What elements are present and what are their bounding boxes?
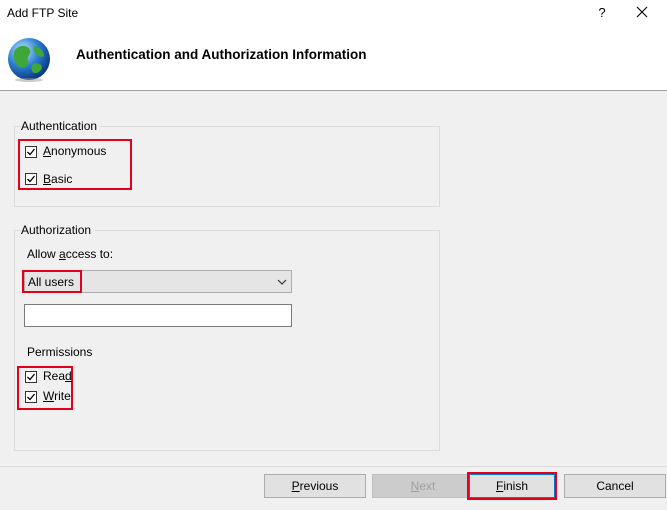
footer-divider: [0, 466, 667, 467]
checkmark-icon: [27, 373, 36, 381]
next-button[interactable]: Next: [372, 474, 474, 498]
checkmark-icon: [27, 393, 36, 401]
previous-button[interactable]: Previous: [264, 474, 366, 498]
title-bar: [0, 0, 667, 26]
users-roles-input[interactable]: [24, 304, 292, 327]
globe-icon: [6, 36, 52, 82]
checkmark-icon: [27, 148, 36, 156]
authentication-legend: Authentication: [21, 119, 101, 133]
read-label[interactable]: Read: [43, 369, 72, 383]
chevron-down-icon[interactable]: [276, 276, 288, 286]
highlight-box-finish: [467, 472, 557, 500]
permissions-label: Permissions: [27, 345, 93, 359]
help-icon: ?: [598, 4, 606, 20]
write-label[interactable]: Write: [43, 389, 71, 403]
cancel-button[interactable]: Cancel: [564, 474, 666, 498]
allow-access-value: All users: [28, 275, 75, 289]
read-checkbox[interactable]: [25, 371, 37, 383]
checkmark-icon: [27, 175, 36, 183]
anonymous-label[interactable]: Anonymous: [43, 144, 106, 158]
page-title: Authentication and Authorization Informa…: [76, 47, 367, 62]
close-button[interactable]: [628, 1, 656, 23]
window-title: Add FTP Site: [7, 6, 79, 20]
help-button[interactable]: ?: [590, 1, 614, 23]
authorization-legend: Authorization: [21, 223, 95, 237]
allow-access-label: Allow access to:: [27, 247, 114, 261]
close-icon: [636, 6, 648, 18]
basic-label[interactable]: Basic: [43, 172, 72, 186]
authorization-group: [14, 230, 440, 451]
anonymous-checkbox[interactable]: [25, 146, 37, 158]
basic-checkbox[interactable]: [25, 173, 37, 185]
write-checkbox[interactable]: [25, 391, 37, 403]
